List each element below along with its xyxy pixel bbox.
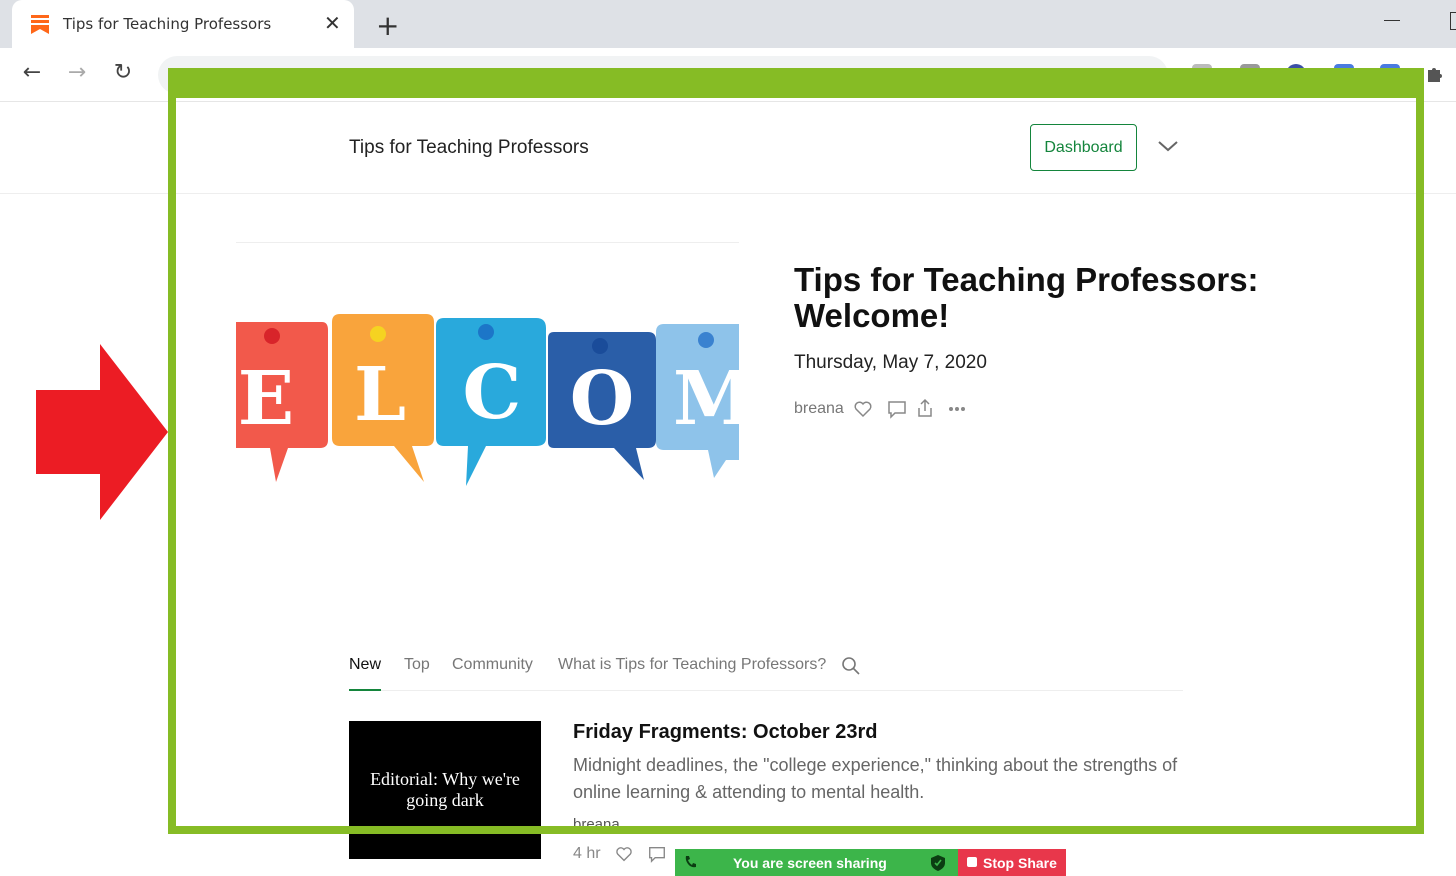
shield-icon [931,855,945,871]
tab-top[interactable]: Top [404,656,430,674]
extension-icon[interactable] [1380,64,1400,84]
profile-icon[interactable] [1286,64,1306,84]
publication-name[interactable]: Tips for Teaching Professors [349,137,589,159]
site-header: Tips for Teaching Professors Dashboard [0,102,1456,194]
phone-icon [685,856,696,868]
post-date: Thursday, May 7, 2020 [794,352,987,373]
screen-share-text: You are screen sharing [733,855,887,871]
browser-tab[interactable]: Tips for Teaching Professors ✕ [12,0,354,48]
heart-icon[interactable] [852,398,874,420]
dashboard-button[interactable]: Dashboard [1030,124,1137,171]
search-icon[interactable] [841,656,861,676]
minimize-window-button[interactable] [1384,20,1400,21]
banner-letter: M [673,356,739,442]
browser-toolbar: ← → ↻ [0,48,1456,102]
banner-bubble: L [332,314,434,482]
new-tab-button[interactable]: + [376,9,399,42]
banner-letter: C [463,350,522,436]
feed-tabs: New Top Community What is Tips for Teach… [349,654,1183,691]
browser-tabstrip: Tips for Teaching Professors ✕ + [0,0,1456,48]
tab-title: Tips for Teaching Professors [63,15,272,33]
tab-community[interactable]: Community [452,656,533,674]
banner-letter: L [354,352,406,438]
puzzle-extensions-icon[interactable] [1424,64,1444,84]
screen-share-status: You are screen sharing [675,849,958,876]
maximize-window-button[interactable] [1450,12,1456,30]
banner-bubble: C [436,318,546,486]
comment-icon[interactable] [647,844,667,864]
stop-share-button[interactable]: Stop Share [958,849,1066,876]
author-name[interactable]: breana [794,400,844,418]
extension-icon[interactable] [1240,64,1260,84]
heart-icon[interactable] [614,844,634,864]
post-thumbnail[interactable]: Editorial: Why we're going dark [349,721,541,859]
red-arrow-icon [36,344,168,520]
screen-share-bar: You are screen sharing Stop Share [675,849,1066,876]
chevron-down-icon[interactable] [1156,134,1180,158]
extension-icon[interactable] [1334,64,1354,84]
welcome-banner-image[interactable]: E L C O M [236,300,739,490]
address-bar[interactable] [158,56,1168,94]
post-list-subtitle[interactable]: Midnight deadlines, the "college experie… [573,752,1193,806]
post-title[interactable]: Tips for Teaching Professors: Welcome! [794,262,1294,334]
extension-icon[interactable] [1192,64,1212,84]
banner-bubble: E [236,322,328,482]
tab-new[interactable]: New [349,656,381,674]
post-list-author[interactable]: breana [573,816,620,833]
banner-letter: E [238,356,294,442]
banner-bubble: M [656,324,739,478]
active-tab-indicator [349,689,381,691]
back-button[interactable]: ← [17,58,47,88]
close-tab-icon[interactable]: ✕ [324,11,341,36]
post-list-title[interactable]: Friday Fragments: October 23rd [573,721,878,744]
divider [236,242,739,243]
post-list-time: 4 hr [573,845,601,862]
reload-button[interactable]: ↻ [108,58,138,88]
comment-icon[interactable] [886,398,908,420]
substack-favicon-icon [31,15,49,34]
forward-button[interactable]: → [62,58,92,88]
banner-bubble: O [548,332,656,480]
tab-about[interactable]: What is Tips for Teaching Professors? [558,656,826,674]
banner-letter: O [570,356,634,442]
stop-icon [967,857,977,867]
share-icon[interactable] [914,398,936,420]
more-options-icon[interactable] [946,398,968,420]
stop-share-label: Stop Share [983,855,1057,871]
